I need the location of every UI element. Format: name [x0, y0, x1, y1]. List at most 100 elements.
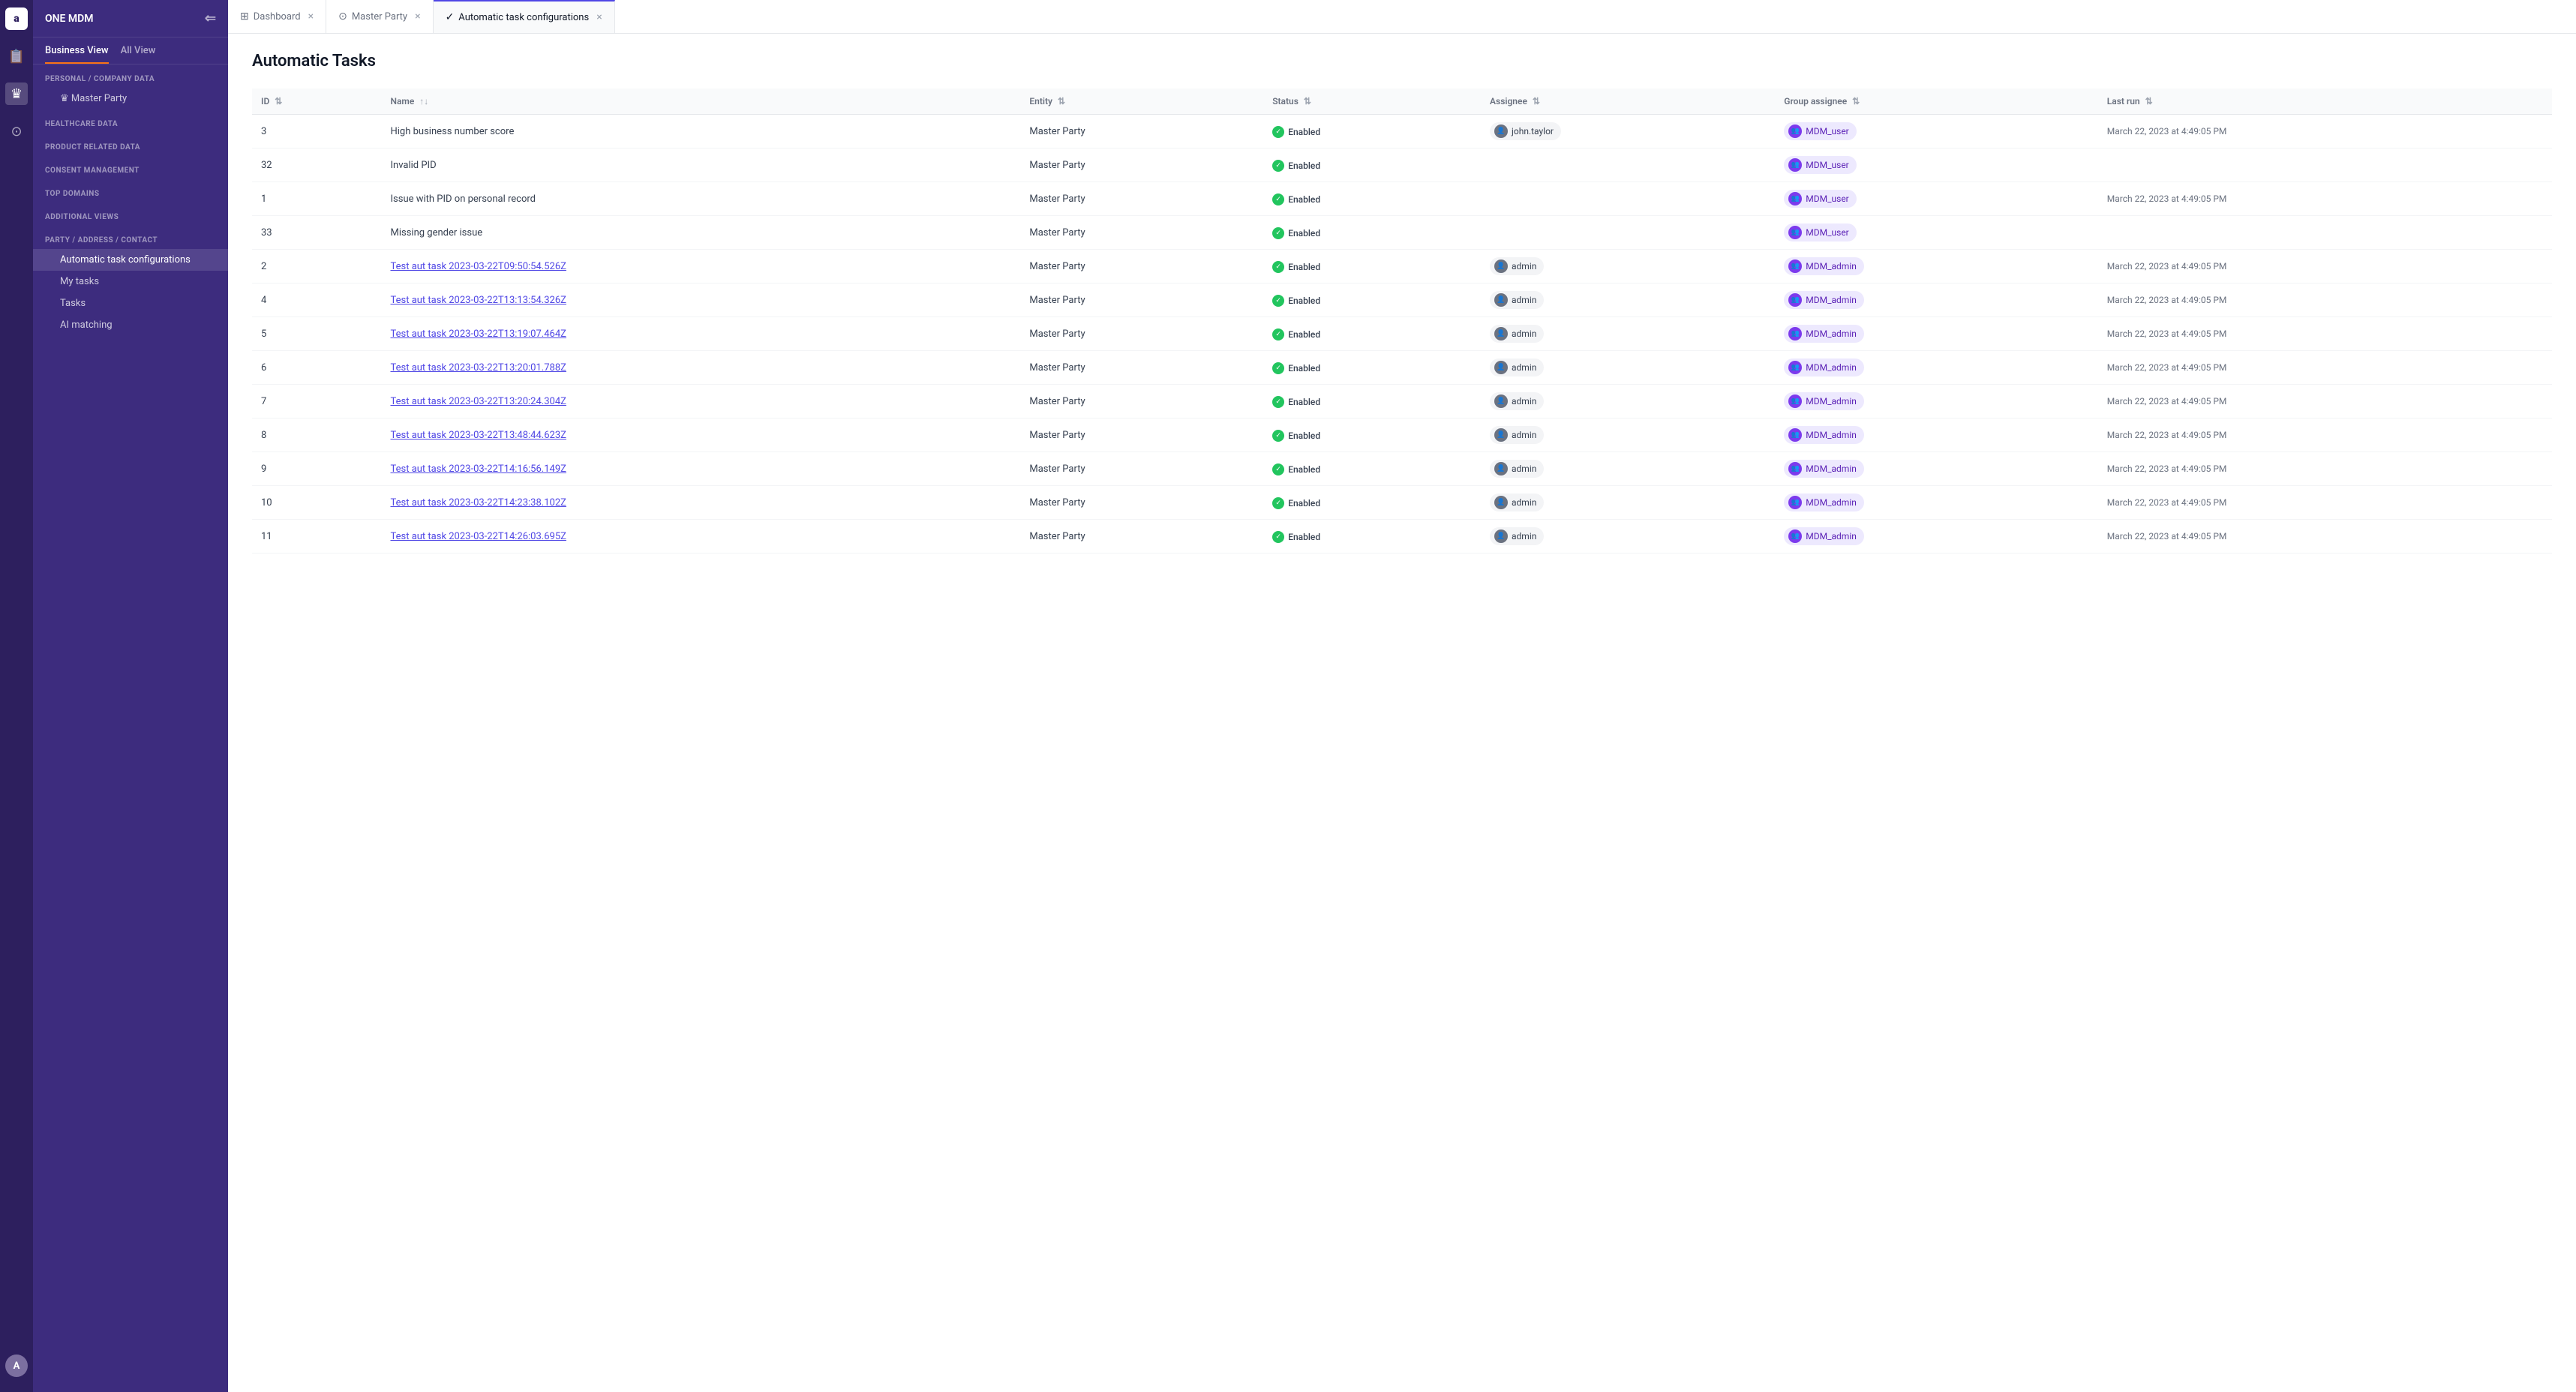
tab-master-party[interactable]: ⊙ Master Party ×: [326, 0, 433, 33]
cell-assignee: 👤admin: [1481, 486, 1775, 520]
crown-small-icon: ♛: [60, 93, 69, 104]
group-chip: 👥MDM_user: [1784, 190, 1856, 208]
cell-status: ✓Enabled: [1263, 452, 1481, 486]
cell-status: ✓Enabled: [1263, 486, 1481, 520]
cell-status: ✓Enabled: [1263, 520, 1481, 554]
cell-name[interactable]: Test aut task 2023-03-22T13:19:07.464Z: [381, 317, 1020, 351]
col-header-last-run[interactable]: Last run ⇅: [2098, 88, 2552, 115]
task-name-link[interactable]: Test aut task 2023-03-22T14:23:38.102Z: [390, 497, 566, 508]
user-icon: 👤: [1494, 327, 1508, 340]
task-name-link[interactable]: Test aut task 2023-03-22T09:50:54.526Z: [390, 261, 566, 272]
user-icon: 👤: [1494, 260, 1508, 273]
user-icon: 👤: [1494, 530, 1508, 543]
cell-assignee: 👤admin: [1481, 351, 1775, 385]
cell-status: ✓Enabled: [1263, 284, 1481, 317]
cell-name[interactable]: Test aut task 2023-03-22T09:50:54.526Z: [381, 250, 1020, 284]
group-chip: 👥MDM_admin: [1784, 257, 1864, 275]
book-icon[interactable]: 📋: [5, 45, 28, 68]
cell-last-run: March 22, 2023 at 4:49:05 PM: [2098, 250, 2552, 284]
sidebar-collapse-button[interactable]: ⇐: [205, 10, 216, 26]
tab-close-dashboard[interactable]: ×: [308, 10, 314, 22]
master-party-tab-icon: ⊙: [338, 10, 347, 22]
status-text: Enabled: [1288, 296, 1320, 306]
table-row: 2 Test aut task 2023-03-22T09:50:54.526Z M…: [252, 250, 2552, 284]
cell-last-run: March 22, 2023 at 4:49:05 PM: [2098, 284, 2552, 317]
col-header-group-assignee[interactable]: Group assignee ⇅: [1775, 88, 2098, 115]
col-header-status[interactable]: Status ⇅: [1263, 88, 1481, 115]
cell-name[interactable]: Test aut task 2023-03-22T13:20:24.304Z: [381, 385, 1020, 418]
sort-name-icon: ↑↓: [419, 96, 428, 106]
group-icon: 👥: [1788, 226, 1802, 239]
cell-name[interactable]: Test aut task 2023-03-22T14:26:03.695Z: [381, 520, 1020, 554]
assignee-name: admin: [1512, 295, 1536, 305]
status-enabled-icon: ✓: [1272, 160, 1284, 172]
col-header-entity[interactable]: Entity ⇅: [1020, 88, 1263, 115]
status-text: Enabled: [1288, 363, 1320, 374]
task-name-link[interactable]: Test aut task 2023-03-22T13:19:07.464Z: [390, 328, 566, 340]
sidebar-item-auto-tasks[interactable]: Automatic task configurations: [33, 249, 228, 271]
task-name-link[interactable]: Test aut task 2023-03-22T13:20:01.788Z: [390, 362, 566, 374]
group-chip: 👥MDM_admin: [1784, 494, 1864, 512]
sidebar-item-my-tasks[interactable]: My tasks: [33, 271, 228, 292]
cell-group-assignee: 👥MDM_admin: [1775, 452, 2098, 486]
cell-group-assignee: 👥MDM_admin: [1775, 520, 2098, 554]
search-icon[interactable]: ⊙: [5, 120, 28, 142]
cell-name[interactable]: Test aut task 2023-03-22T14:23:38.102Z: [381, 486, 1020, 520]
cell-assignee: 👤admin: [1481, 385, 1775, 418]
group-chip: 👥 MDM_user: [1784, 156, 1856, 174]
sidebar-item-tasks[interactable]: Tasks: [33, 292, 228, 314]
cell-name[interactable]: Test aut task 2023-03-22T13:13:54.326Z: [381, 284, 1020, 317]
status-text: Enabled: [1288, 397, 1320, 407]
cell-name[interactable]: Test aut task 2023-03-22T13:48:44.623Z: [381, 418, 1020, 452]
tab-close-master-party[interactable]: ×: [415, 10, 420, 22]
sidebar-header: ONE MDM ⇐: [33, 0, 228, 38]
cell-name[interactable]: Test aut task 2023-03-22T13:20:01.788Z: [381, 351, 1020, 385]
avatar[interactable]: A: [5, 1354, 28, 1377]
sidebar-item-ai-matching[interactable]: AI matching: [33, 314, 228, 336]
group-icon: 👥: [1788, 428, 1802, 442]
table-row: 9Test aut task 2023-03-22T14:16:56.149ZM…: [252, 452, 2552, 486]
task-name-link[interactable]: Test aut task 2023-03-22T13:20:24.304Z: [390, 396, 566, 407]
cell-assignee: 👤john.taylor: [1481, 115, 1775, 148]
cell-status: ✓Enabled: [1263, 385, 1481, 418]
cell-name: Missing gender issue: [381, 216, 1020, 250]
table-row: 8Test aut task 2023-03-22T13:48:44.623ZM…: [252, 418, 2552, 452]
cell-id: 2: [252, 250, 381, 284]
group-icon: 👥: [1788, 158, 1802, 172]
cell-entity: Master Party: [1020, 250, 1263, 284]
tab-close-auto-task[interactable]: ×: [596, 11, 602, 23]
tab-auto-task-config[interactable]: ✓ Automatic task configurations ×: [434, 0, 615, 33]
col-header-id[interactable]: ID ⇅: [252, 88, 381, 115]
cell-name: High business number score: [381, 115, 1020, 148]
business-view-tab[interactable]: Business View: [45, 45, 109, 64]
assignee-name: admin: [1512, 362, 1536, 373]
group-icon: 👥: [1788, 361, 1802, 374]
user-icon: 👤: [1494, 293, 1508, 307]
col-header-assignee[interactable]: Assignee ⇅: [1481, 88, 1775, 115]
cell-assignee: 👤admin: [1481, 452, 1775, 486]
crown-icon[interactable]: ♛: [5, 82, 28, 105]
cell-id: 4: [252, 284, 381, 317]
col-header-name[interactable]: Name ↑↓: [381, 88, 1020, 115]
sidebar-view-tabs: Business View All View: [33, 38, 228, 64]
task-name-link[interactable]: Test aut task 2023-03-22T13:13:54.326Z: [390, 295, 566, 306]
cell-name[interactable]: Test aut task 2023-03-22T14:16:56.149Z: [381, 452, 1020, 486]
status-text: Enabled: [1288, 262, 1320, 272]
cell-status: ✓Enabled: [1263, 148, 1481, 182]
task-name-link[interactable]: Test aut task 2023-03-22T13:48:44.623Z: [390, 430, 566, 441]
cell-id: 5: [252, 317, 381, 351]
sidebar-item-master-party[interactable]: ♛ Master Party: [33, 88, 228, 110]
table-row: 3High business number scoreMaster Party✓…: [252, 115, 2552, 148]
task-name-link[interactable]: Test aut task 2023-03-22T14:16:56.149Z: [390, 464, 566, 475]
group-name: MDM_user: [1806, 160, 1848, 170]
all-view-tab[interactable]: All View: [121, 45, 156, 64]
cell-id: 33: [252, 216, 381, 250]
assignee-chip: 👤 admin: [1490, 291, 1544, 309]
group-name: MDM_admin: [1806, 396, 1857, 406]
cell-id: 9: [252, 452, 381, 486]
status-text: Enabled: [1288, 464, 1320, 475]
sort-id-icon: ⇅: [275, 96, 282, 106]
task-name-link[interactable]: Test aut task 2023-03-22T14:26:03.695Z: [390, 531, 566, 542]
table-row: 5Test aut task 2023-03-22T13:19:07.464ZM…: [252, 317, 2552, 351]
tab-dashboard[interactable]: ⊞ Dashboard ×: [228, 0, 326, 33]
